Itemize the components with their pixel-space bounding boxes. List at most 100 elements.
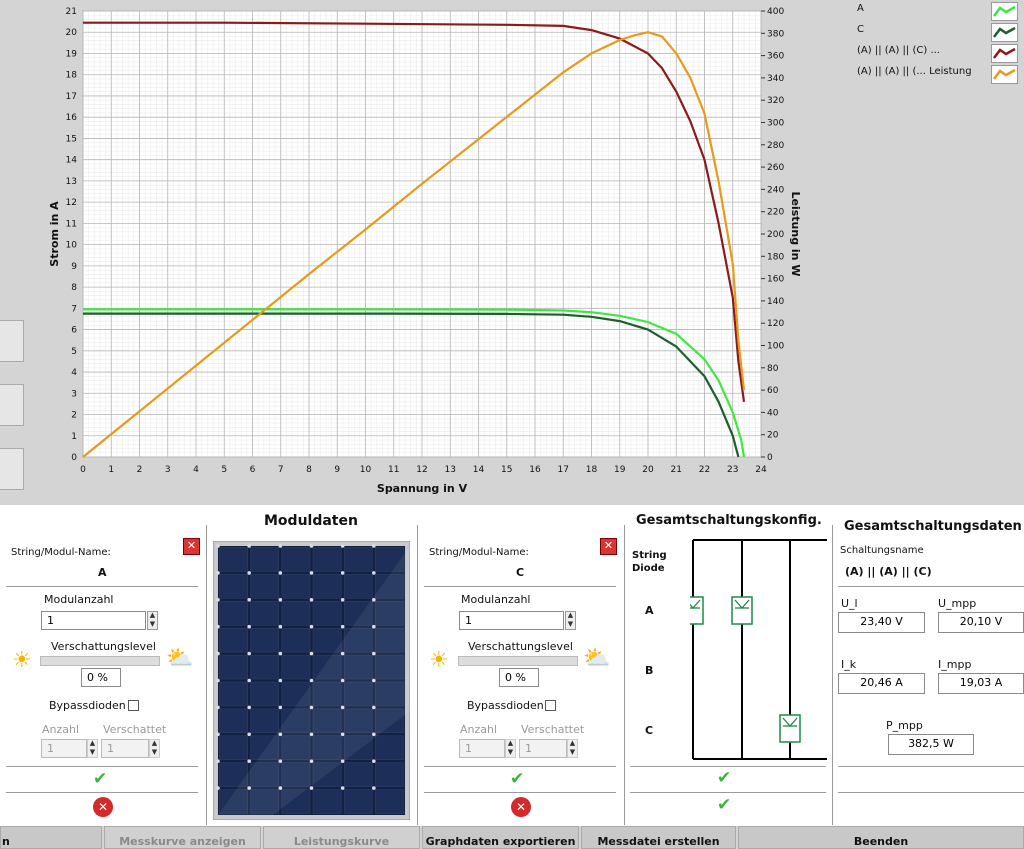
modulanzahl-stepper[interactable]: ▲ ▼ [565,611,576,630]
y2-tick-label: 160 [767,275,784,285]
legend-label: C [857,24,864,35]
close-a-button[interactable]: ✕ [183,538,200,555]
messdatei-button[interactable]: Messdatei erstellen [581,826,736,849]
y2-tick-label: 340 [767,74,784,84]
verschattung-label: Verschattungslevel [468,640,573,653]
verschattet-stepper[interactable]: ▲ ▼ [149,739,160,758]
string-col-label: String [632,550,667,561]
y2-tick-label: 200 [767,230,784,240]
verschattet-stepper[interactable]: ▲ ▼ [567,739,578,758]
leistungskurve-button[interactable]: Leistungskurve anzeigen [263,826,420,849]
y2-tick-label: 180 [767,252,784,262]
x-tick-label: 19 [614,465,626,475]
y-tick-label: 3 [71,389,77,399]
y-tick-label: 2 [71,411,77,421]
apply-konfig-button[interactable]: ✔ [717,768,731,788]
anzahl-input[interactable]: 1 [41,739,87,758]
x-tick-label: 6 [250,465,256,475]
anzahl-input[interactable]: 1 [459,739,505,758]
x-tick-label: 9 [334,465,340,475]
close-c-button[interactable]: ✕ [600,538,617,555]
x-tick-label: 10 [360,465,372,475]
legend-swatch[interactable] [991,23,1018,42]
y2-tick-label: 360 [767,52,784,62]
delete-a-button[interactable]: ✕ [93,797,113,817]
x-tick-label: 8 [306,465,312,475]
umpp-label: U_mpp [938,597,977,610]
name-label: String/Modul-Name: [429,547,529,558]
x-tick-label: 15 [501,465,512,475]
legend-label: A [857,3,864,14]
legend-swatch[interactable] [991,2,1018,21]
x-tick-label: 17 [558,465,569,475]
name-value: A [98,566,107,579]
legend-swatch[interactable] [991,65,1018,84]
row-c-label: C [645,724,654,737]
delete-c-button[interactable]: ✕ [511,797,531,817]
apply-c-button[interactable]: ✔ [510,769,524,789]
modulanzahl-stepper[interactable]: ▲ ▼ [147,611,158,630]
y2-tick-label: 80 [767,364,779,374]
verschattet-label: Verschattet [103,723,167,736]
y-tick-label: 13 [66,177,77,187]
y-tick-label: 1 [71,432,77,442]
modulanzahl-input[interactable]: 1 [41,611,146,630]
y2-tick-label: 400 [767,7,784,17]
circuit-diagram [690,539,827,760]
x-tick-label: 2 [137,465,143,475]
legend-label: (A) || (A) || (C) ... [857,45,940,56]
ik-value: 20,46 A [838,673,925,694]
bypass-label: Bypassdioden [49,699,126,712]
side-button-1[interactable] [0,320,24,362]
impp-value: 19,03 A [938,673,1024,694]
diode-icon [690,596,704,625]
row-b-label: B [645,664,654,677]
y-tick-label: 5 [71,347,77,357]
solar-panel-image [213,541,410,820]
y-tick-label: 16 [66,113,78,123]
verschattung-slider[interactable] [40,656,160,666]
messkurve-button[interactable]: Messkurve anzeigen [104,826,261,849]
y2-tick-label: 380 [767,29,784,39]
anzahl-stepper[interactable]: ▲ ▼ [87,739,98,758]
verschattet-label: Verschattet [521,723,585,736]
x-tick-label: 14 [473,465,485,475]
y-tick-label: 11 [66,219,77,229]
y-tick-label: 8 [71,283,77,293]
anzahl-stepper[interactable]: ▲ ▼ [505,739,516,758]
y2-tick-label: 120 [767,319,784,329]
apply-a-button[interactable]: ✔ [93,769,107,789]
x-axis-label: Spannung in V [377,482,468,495]
verschattet-input[interactable]: 1 [101,739,149,758]
modulanzahl-input[interactable]: 1 [459,611,564,630]
y2-tick-label: 240 [767,185,784,195]
verschattung-value[interactable]: 0 % [81,668,121,687]
x-tick-label: 4 [193,465,199,475]
legend-swatch[interactable] [991,44,1018,63]
graphdaten-export-button[interactable]: Graphdaten exportieren [422,826,579,849]
cloud-sun-icon: ⛅ [583,646,611,671]
beenden-button[interactable]: Beenden [738,826,1024,849]
side-button-2[interactable] [0,384,24,426]
confirm-konfig-button[interactable]: ✔ [717,795,731,815]
bypass-checkbox[interactable] [128,700,139,711]
verschattet-input[interactable]: 1 [519,739,567,758]
daten-title: Gesamtschaltungsdaten [844,519,1022,534]
konfig-title: Gesamtschaltungskonfig. [636,513,822,528]
y-tick-label: 10 [66,241,78,251]
x-tick-label: 23 [727,465,738,475]
side-button-3[interactable] [0,448,24,490]
ik-label: I_k [841,658,857,671]
schaltungsname-value: (A) || (A) || (C) [845,565,932,578]
umpp-value: 20,10 V [938,612,1024,633]
y-axis-label: Strom in A [48,201,61,267]
row-a-label: A [645,604,654,617]
verschattung-value[interactable]: 0 % [499,668,539,687]
verschattung-slider[interactable] [458,656,578,666]
y2-tick-label: 280 [767,141,784,151]
toolbar-button-0[interactable]: n [0,826,102,849]
x-tick-label: 11 [388,465,399,475]
y-tick-label: 18 [66,71,78,81]
x-tick-label: 22 [699,465,710,475]
bypass-checkbox[interactable] [545,700,556,711]
